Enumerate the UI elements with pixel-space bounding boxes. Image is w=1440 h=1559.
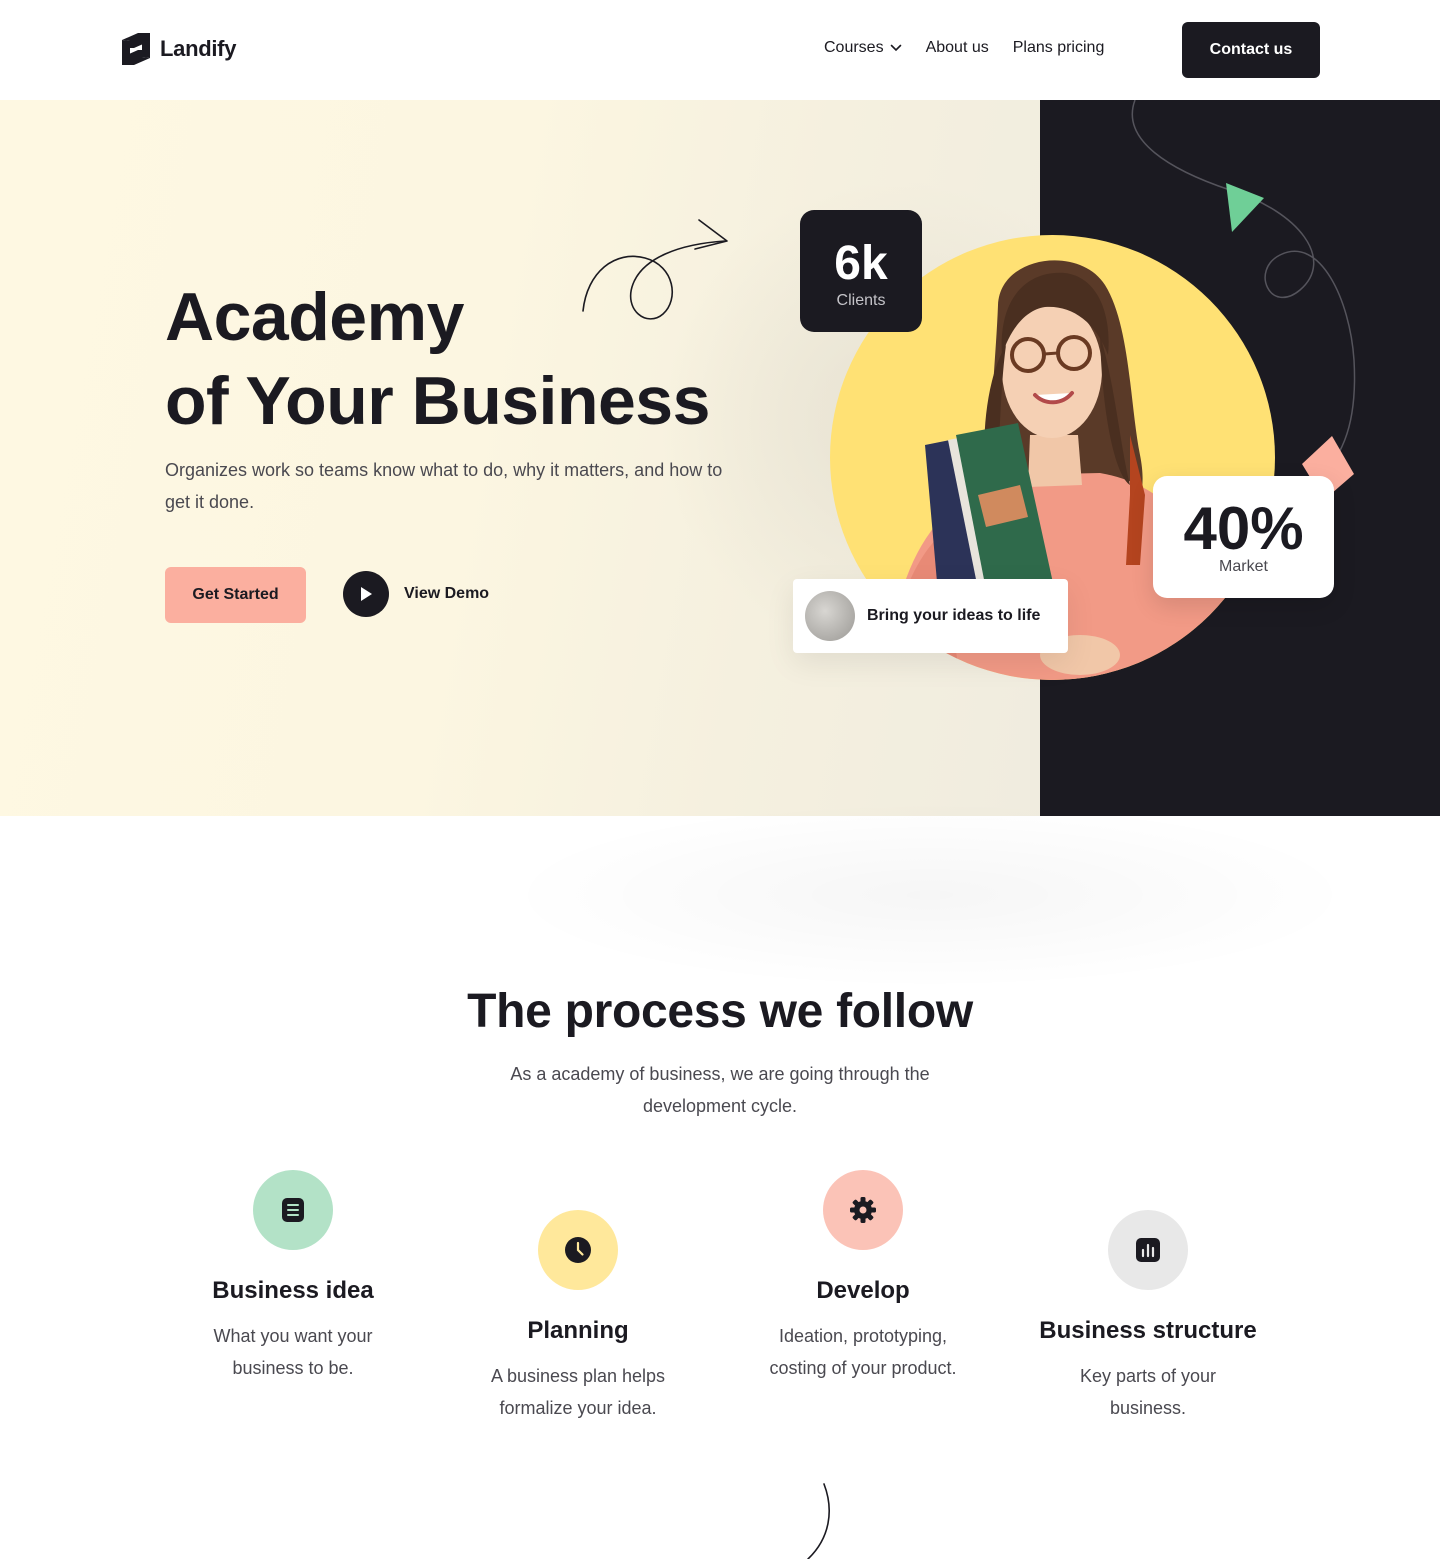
- main-nav: Courses About us Plans pricing: [824, 39, 1104, 57]
- nav-courses[interactable]: Courses: [824, 39, 902, 57]
- market-stat-value: 40%: [1183, 495, 1304, 562]
- play-icon: [343, 571, 389, 617]
- nav-pricing-label: Plans pricing: [1012, 39, 1105, 56]
- step-planning: Planning A business plan helps formalize…: [438, 1210, 718, 1424]
- clients-stat-value: 6k: [834, 237, 888, 290]
- nav-about-label: About us: [925, 39, 989, 56]
- hero-title: Academy of Your Business: [165, 275, 710, 443]
- step-business-idea: Business idea What you want your busines…: [153, 1170, 433, 1384]
- view-demo-label: View Demo: [404, 585, 490, 602]
- step-description: Key parts of your business.: [1079, 1366, 1217, 1418]
- nav-about[interactable]: About us: [926, 39, 989, 57]
- hero-title-line2: of Your Business: [165, 363, 710, 439]
- top-navbar: Landify Courses About us Plans pricing C…: [0, 0, 1440, 100]
- chevron-down-icon: [890, 44, 901, 52]
- ideas-card-text: Bring your ideas to life: [867, 607, 1041, 624]
- view-demo-button[interactable]: View Demo: [343, 571, 489, 617]
- green-triangle-icon: [1226, 183, 1264, 232]
- ideas-card: Bring your ideas to life: [793, 579, 1068, 653]
- hero-subtitle: Organizes work so teams know what to do,…: [165, 460, 723, 512]
- brand-name: Landify: [160, 36, 237, 61]
- contact-button[interactable]: Contact us: [1182, 22, 1320, 78]
- soft-shadow: [500, 800, 1360, 990]
- gear-icon: [823, 1170, 903, 1250]
- market-stat-card: 40% Market: [1153, 476, 1334, 598]
- clients-stat-card: 6k Clients: [800, 210, 922, 332]
- hero-section: Academy of Your Business Organizes work …: [0, 100, 1440, 816]
- step-title: Business structure: [1039, 1317, 1257, 1344]
- ideas-avatar: [805, 591, 855, 641]
- nav-courses-label: Courses: [824, 39, 884, 56]
- clock-icon: [538, 1210, 618, 1290]
- step-develop: Develop Ideation, prototyping, costing o…: [723, 1170, 1003, 1384]
- step-title: Business idea: [212, 1277, 374, 1304]
- step-description: Ideation, prototyping, costing of your p…: [769, 1326, 957, 1378]
- process-subtitle: As a academy of business, we are going t…: [510, 1064, 930, 1116]
- logo[interactable]: Landify: [120, 32, 236, 66]
- document-icon: [253, 1170, 333, 1250]
- bar-chart-icon: [1108, 1210, 1188, 1290]
- nav-pricing[interactable]: Plans pricing: [1013, 39, 1105, 57]
- get-started-button[interactable]: Get Started: [165, 567, 306, 623]
- hero-title-line1: Academy: [165, 279, 464, 355]
- step-title: Planning: [527, 1317, 629, 1344]
- step-business-structure: Business structure Key parts of your bus…: [1008, 1210, 1288, 1424]
- market-stat-label: Market: [1219, 558, 1268, 575]
- decorative-curve-icon: [807, 1483, 830, 1559]
- clients-stat-label: Clients: [836, 292, 886, 309]
- process-title: The process we follow: [467, 985, 973, 1038]
- step-description: What you want your business to be.: [213, 1326, 373, 1378]
- landify-logo-icon: [122, 33, 150, 65]
- step-description: A business plan helps formalize your ide…: [490, 1366, 666, 1418]
- step-title: Develop: [816, 1277, 910, 1304]
